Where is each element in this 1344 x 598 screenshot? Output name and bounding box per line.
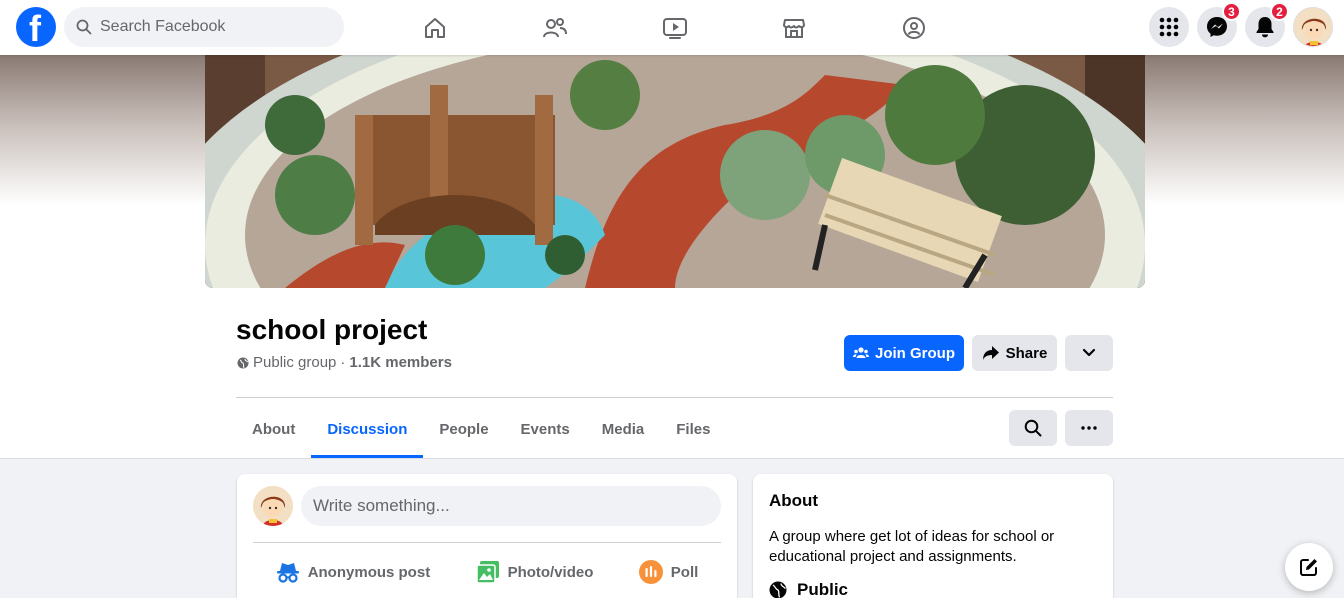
about-card: About A group where get lot of ideas for… <box>753 474 1113 598</box>
cover-photo[interactable] <box>205 55 1145 288</box>
group-privacy[interactable]: Public group <box>253 354 336 371</box>
friends-icon <box>543 18 567 38</box>
messenger-icon <box>1207 17 1227 37</box>
search-input[interactable] <box>100 18 320 36</box>
grid-menu-icon <box>1159 17 1179 37</box>
cover-photo-illustration <box>205 55 1145 288</box>
search-icon <box>76 19 92 35</box>
more-dots-icon <box>1081 426 1097 430</box>
poll-icon <box>638 560 663 584</box>
top-navigation-bar: f 3 2 <box>0 0 1344 55</box>
group-tabs: About Discussion People Events Media Fil… <box>236 400 726 458</box>
group-member-count[interactable]: 1.1K members <box>349 354 452 371</box>
join-group-button[interactable]: Join Group <box>844 335 964 371</box>
photo-video-label: Photo/video <box>507 563 594 581</box>
photo-video-button[interactable]: Photo/video <box>475 554 594 590</box>
marketplace-icon <box>783 19 805 38</box>
home-nav-button[interactable] <box>415 8 455 48</box>
tab-about[interactable]: About <box>236 400 311 458</box>
marketplace-nav-button[interactable] <box>774 8 814 48</box>
notifications-badge: 2 <box>1270 2 1289 21</box>
more-options-dropdown-button[interactable] <box>1065 335 1113 371</box>
user-avatar[interactable] <box>253 486 293 526</box>
facebook-logo[interactable]: f <box>16 7 56 49</box>
messenger-button[interactable]: 3 <box>1197 2 1241 47</box>
about-description: A group where get lot of ideas for schoo… <box>769 528 1055 565</box>
about-privacy-label: Public <box>797 580 849 598</box>
composer-divider <box>253 542 721 543</box>
share-arrow-icon <box>982 346 999 360</box>
facebook-logo-letter: f <box>29 8 41 49</box>
tab-discussion[interactable]: Discussion <box>311 400 424 458</box>
tab-files[interactable]: Files <box>660 400 726 458</box>
anonymous-post-button[interactable]: Anonymous post <box>276 554 431 590</box>
account-avatar[interactable] <box>1293 7 1333 47</box>
anonymous-post-label: Anonymous post <box>307 563 431 581</box>
new-message-button[interactable] <box>1285 543 1333 591</box>
messenger-badge: 3 <box>1222 2 1241 21</box>
tab-people[interactable]: People <box>423 400 504 458</box>
compose-icon <box>1300 559 1317 576</box>
groups-icon <box>903 17 925 39</box>
about-privacy-row: Public <box>769 580 848 598</box>
composer-actions: Anonymous post Photo/video Poll <box>253 554 721 590</box>
search-bar[interactable] <box>64 7 344 47</box>
header-bottom-border <box>0 458 1344 459</box>
share-label: Share <box>1005 344 1048 362</box>
menu-button[interactable] <box>1149 7 1189 47</box>
header-divider <box>236 397 1113 398</box>
people-icon <box>853 347 869 358</box>
incognito-icon <box>276 563 299 583</box>
poll-label: Poll <box>670 563 699 581</box>
tab-events[interactable]: Events <box>505 400 586 458</box>
group-meta: Public group · 1.1K members <box>237 354 452 371</box>
avatar-illustration <box>1294 8 1332 46</box>
photo-video-icon <box>475 561 499 584</box>
watch-video-icon <box>663 18 687 39</box>
notifications-button[interactable]: 2 <box>1245 2 1289 47</box>
search-icon <box>1024 419 1042 437</box>
tab-media[interactable]: Media <box>586 400 661 458</box>
join-group-label: Join Group <box>875 344 955 362</box>
about-heading: About <box>769 491 819 510</box>
home-icon <box>425 18 445 38</box>
poll-button[interactable]: Poll <box>638 554 699 590</box>
more-actions-button[interactable] <box>1065 410 1113 446</box>
write-something-input[interactable]: Write something... <box>301 486 721 526</box>
friends-nav-button[interactable] <box>535 8 575 48</box>
avatar-illustration <box>253 486 293 526</box>
globe-icon <box>237 357 249 368</box>
groups-nav-button[interactable] <box>894 8 934 48</box>
share-button[interactable]: Share <box>972 335 1057 371</box>
post-composer: Write something... Anonymous post Photo/… <box>237 474 737 598</box>
group-search-button[interactable] <box>1009 410 1057 446</box>
watch-nav-button[interactable] <box>655 8 695 48</box>
bell-icon <box>1256 17 1274 38</box>
chevron-down-icon <box>1082 348 1096 357</box>
group-title[interactable]: school project <box>236 314 427 346</box>
globe-icon <box>769 581 787 598</box>
meta-separator: · <box>340 354 346 371</box>
